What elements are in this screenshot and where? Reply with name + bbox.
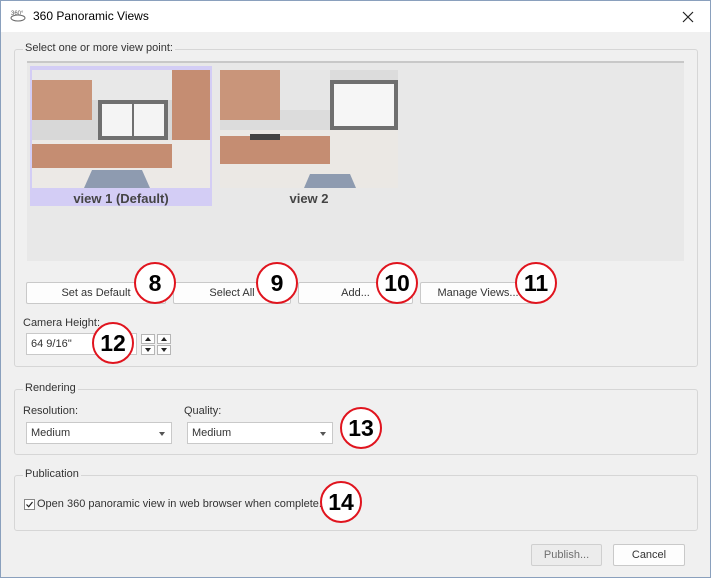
spin-down-button[interactable] bbox=[141, 345, 155, 355]
kitchen-preview-image bbox=[32, 70, 210, 188]
viewpoint-thumb-1[interactable]: view 1 (Default) bbox=[30, 66, 212, 206]
resolution-label: Resolution: bbox=[23, 405, 79, 417]
viewpoints-legend: Select one or more view point: bbox=[23, 42, 175, 54]
viewpoint-label-1: view 1 (Default) bbox=[73, 191, 169, 206]
callout-11: 11 bbox=[515, 262, 557, 304]
arrow-down-icon bbox=[161, 348, 167, 352]
callout-9: 9 bbox=[256, 262, 298, 304]
rendering-legend: Rendering bbox=[23, 382, 78, 394]
viewpoint-label-2: view 2 bbox=[289, 191, 329, 206]
open-browser-label: Open 360 panoramic view in web browser w… bbox=[37, 498, 322, 510]
dialog-window: 360° 360 Panoramic Views Select one or m… bbox=[0, 0, 711, 578]
360-icon: 360° bbox=[10, 11, 26, 22]
title-bar: 360° 360 Panoramic Views bbox=[1, 1, 710, 32]
thumbnail-list[interactable]: view 1 (Default) view 2 bbox=[27, 61, 684, 261]
callout-13: 13 bbox=[340, 407, 382, 449]
resolution-dropdown[interactable]: Medium bbox=[26, 422, 172, 444]
callout-8: 8 bbox=[134, 262, 176, 304]
svg-text:360°: 360° bbox=[11, 11, 24, 17]
close-icon bbox=[682, 11, 694, 22]
arrow-down-icon bbox=[145, 348, 151, 352]
publish-button[interactable]: Publish... bbox=[531, 544, 602, 566]
kitchen-preview-image bbox=[220, 70, 398, 188]
close-button[interactable] bbox=[666, 1, 710, 32]
publication-legend: Publication bbox=[23, 468, 81, 480]
arrow-up-icon bbox=[145, 337, 151, 341]
spin-down-button-2[interactable] bbox=[157, 345, 171, 355]
window-title: 360 Panoramic Views bbox=[33, 9, 149, 23]
arrow-up-icon bbox=[161, 337, 167, 341]
cancel-button[interactable]: Cancel bbox=[613, 544, 685, 566]
spin-up-button[interactable] bbox=[141, 334, 155, 344]
callout-10: 10 bbox=[376, 262, 418, 304]
open-browser-checkbox[interactable] bbox=[24, 499, 35, 510]
camera-height-label: Camera Height: bbox=[23, 317, 101, 329]
checkmark-icon bbox=[26, 501, 33, 508]
quality-dropdown[interactable]: Medium bbox=[187, 422, 333, 444]
viewpoint-thumb-2[interactable]: view 2 bbox=[218, 66, 400, 206]
spin-up-button-2[interactable] bbox=[157, 334, 171, 344]
chevron-down-icon bbox=[320, 432, 326, 436]
quality-label: Quality: bbox=[184, 405, 222, 417]
resolution-value: Medium bbox=[31, 427, 71, 439]
callout-12: 12 bbox=[92, 322, 134, 364]
chevron-down-icon bbox=[159, 432, 165, 436]
quality-value: Medium bbox=[192, 427, 232, 439]
callout-14: 14 bbox=[320, 481, 362, 523]
